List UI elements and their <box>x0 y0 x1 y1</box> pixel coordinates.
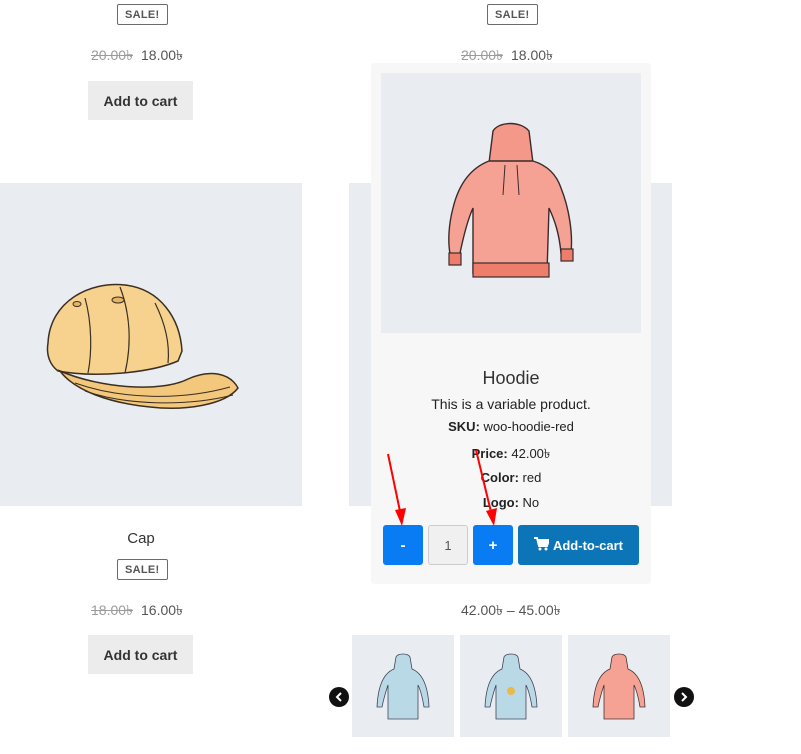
carousel-prev-icon[interactable] <box>329 687 349 707</box>
hoodie-thumbnail-blue[interactable] <box>352 635 454 737</box>
hoodie-thumbnail-blue-logo[interactable] <box>460 635 562 737</box>
hoodie-thumbnail-red[interactable] <box>568 635 670 737</box>
carousel-next-icon[interactable] <box>674 687 694 707</box>
arrow-to-plus-icon <box>475 449 493 517</box>
arrow-to-minus-icon <box>387 453 402 517</box>
